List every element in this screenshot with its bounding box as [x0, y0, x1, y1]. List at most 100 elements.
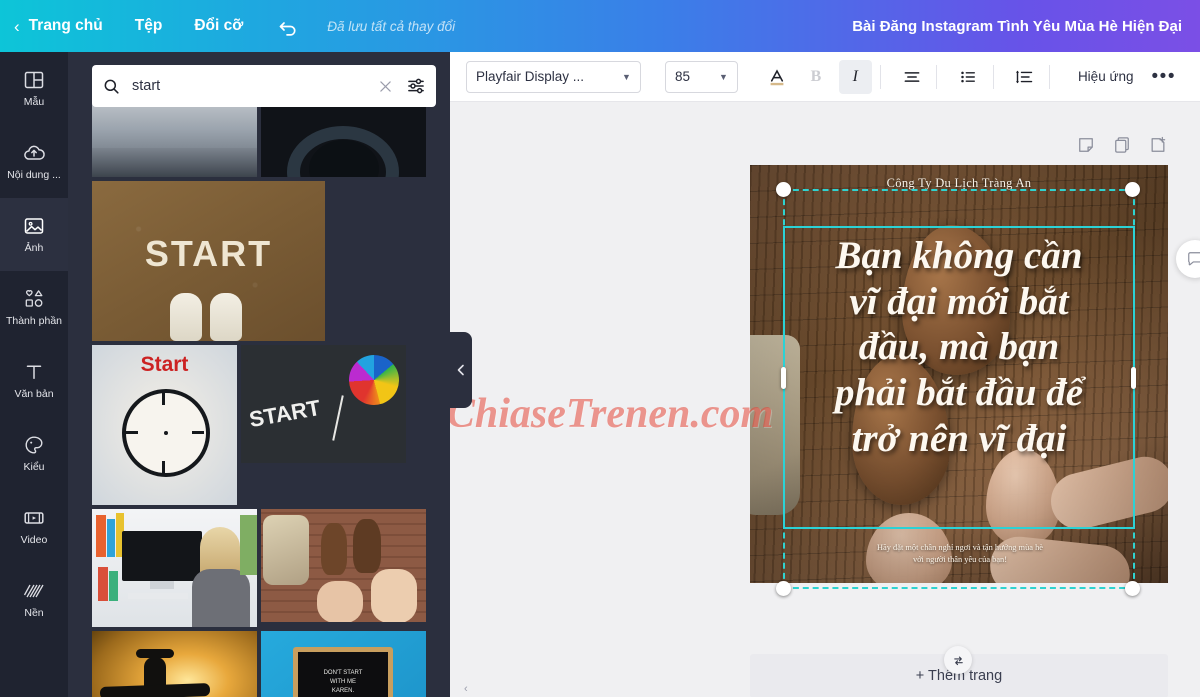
background-hatch-icon [23, 584, 44, 598]
line-spacing-button[interactable] [1008, 60, 1041, 94]
filter-sliders-icon[interactable] [406, 76, 426, 96]
sidebar-item-elements[interactable]: Thành phần [0, 271, 68, 344]
chevron-left-icon [457, 364, 464, 376]
duplicate-page-icon[interactable] [1112, 135, 1132, 155]
bold-button[interactable]: B [799, 60, 832, 94]
more-options-button[interactable]: ••• [1144, 66, 1184, 88]
toolbar-divider [936, 64, 938, 89]
thumb-airplane-sunset[interactable] [92, 631, 257, 697]
chevron-down-icon: ▼ [719, 71, 728, 82]
photo-icon [24, 218, 44, 234]
comment-button[interactable] [1176, 240, 1200, 278]
effects-button[interactable]: Hiệu ứng [1068, 69, 1144, 84]
sidebar-item-styles-label: Kiểu [23, 461, 45, 474]
font-size-select[interactable]: 85 ▼ [664, 60, 738, 93]
sidebar-item-elements-label: Thành phần [5, 315, 63, 328]
thumb-dont-start-letterboard[interactable]: DON'T START WITH ME KAREN. [261, 631, 426, 697]
font-color-A-icon [770, 68, 784, 85]
sidebar-item-uploads[interactable]: Nội dung ... [0, 125, 68, 198]
file-menu-button[interactable]: Tệp [119, 0, 179, 52]
swap-pages-button[interactable] [944, 646, 972, 674]
sidebar-item-templates[interactable]: Mẫu [0, 52, 68, 125]
elements-shapes-icon [25, 290, 43, 308]
sidebar-item-background-label: Nền [24, 607, 44, 620]
align-button[interactable] [895, 60, 928, 94]
design-canvas-wrap[interactable]: Công Ty Du Lịch Tràng An Bạn không cần v… [750, 165, 1168, 596]
sidebar-item-photos[interactable]: Ảnh [0, 198, 68, 271]
resize-label: Đổi cỡ [194, 17, 244, 34]
align-center-icon [904, 71, 920, 82]
back-chevron-icon: ‹ [14, 16, 20, 36]
headline-line-2: vĩ đại mới bắt [849, 279, 1069, 323]
sidebar-item-uploads-label: Nội dung ... [7, 169, 61, 182]
font-family-select[interactable]: Playfair Display ... ▼ [466, 60, 641, 93]
headline-line-3: đầu, mà bạn [858, 325, 1060, 369]
toolbar-divider [879, 64, 881, 89]
sidebar-item-background[interactable]: Nền [0, 563, 68, 636]
top-bar: ‹ Trang chủ Tệp Đổi cỡ Đã lưu tất cả tha… [0, 0, 1200, 52]
canva-editor-window: ‹ Trang chủ Tệp Đổi cỡ Đã lưu tất cả tha… [0, 0, 1200, 697]
italic-label: I [852, 67, 858, 85]
search-icon [104, 79, 119, 94]
undo-button[interactable] [259, 0, 319, 52]
panel-collapse-button[interactable] [450, 332, 472, 408]
bold-label: B [810, 67, 822, 85]
resize-handle-bottom-left[interactable] [776, 581, 791, 596]
left-rail: Mẫu Nội dung ... Ảnh Thành phần Văn bản … [0, 52, 68, 697]
close-x-icon[interactable] [377, 78, 394, 95]
design-canvas[interactable]: Công Ty Du Lịch Tràng An Bạn không cần v… [750, 165, 1168, 583]
photos-panel: START Start START DON'T START WITH ME KA… [68, 52, 450, 697]
thumb-start-chalkboard-pie[interactable]: START [241, 345, 406, 463]
sidebar-item-text-label: Văn bản [14, 388, 54, 401]
headline-line-5: trở nên vĩ đại [851, 416, 1067, 460]
upload-cloud-icon [24, 145, 45, 160]
templates-icon [24, 71, 44, 89]
thumb-hiking-boots-backpack[interactable] [261, 509, 426, 622]
thumb-start-pavement[interactable]: START [92, 181, 325, 341]
comment-bubble-icon [1188, 252, 1200, 266]
font-color-button[interactable] [760, 60, 793, 94]
italic-button[interactable]: I [838, 59, 872, 94]
text-toolbar: Playfair Display ... ▼ 85 ▼ B I Hiệu ứng… [450, 52, 1200, 102]
resize-handle-right-middle[interactable] [1131, 367, 1136, 389]
footer-line-1: Hãy đặt một chân nghỉ ngơi và tận hưởng … [877, 542, 1043, 552]
bottom-collapse-chevron-icon[interactable]: ‹ [464, 683, 468, 695]
home-button-label: Trang chủ [28, 17, 103, 34]
search-input[interactable] [132, 78, 377, 94]
resize-handle-left-middle[interactable] [781, 367, 786, 389]
photo-results-grid: START Start START DON'T START WITH ME KA… [68, 52, 450, 697]
thumb-start-clock[interactable]: Start [92, 345, 237, 505]
bullet-list-icon [961, 71, 975, 82]
headline-line-4: phải bắt đầu để [834, 370, 1084, 414]
add-page-icon[interactable] [1148, 135, 1168, 155]
font-size-value: 85 [674, 69, 690, 84]
save-status: Đã lưu tất cả thay đổi [327, 18, 456, 34]
toolbar-divider [1048, 64, 1050, 89]
headline-line-1: Bạn không cần [835, 234, 1083, 277]
thumb-woman-desk-monitor[interactable] [92, 509, 257, 627]
bullet-list-button[interactable] [951, 60, 984, 94]
canvas-brand-text[interactable]: Công Ty Du Lịch Tràng An [750, 176, 1168, 191]
resize-handle-top-right[interactable] [1125, 182, 1140, 197]
swap-pages-icon [953, 656, 963, 665]
resize-handle-bottom-right[interactable] [1125, 581, 1140, 596]
font-family-value: Playfair Display ... [476, 69, 585, 84]
sidebar-item-templates-label: Mẫu [23, 96, 45, 109]
search-bar[interactable] [92, 65, 436, 107]
home-button[interactable]: ‹ Trang chủ [0, 0, 119, 52]
canvas-footer-text[interactable]: Hãy đặt một chân nghỉ ngơi và tận hưởng … [805, 542, 1115, 566]
video-icon [24, 512, 44, 524]
sidebar-item-text[interactable]: Văn bản [0, 344, 68, 417]
editor-area: Playfair Display ... ▼ 85 ▼ B I Hiệu ứng… [450, 52, 1200, 697]
footer-line-2: với người thân yêu của bạn! [912, 554, 1008, 564]
notes-icon[interactable] [1076, 135, 1096, 155]
sidebar-item-video[interactable]: Video [0, 490, 68, 563]
design-title[interactable]: Bài Đăng Instagram Tình Yêu Mùa Hè Hiện … [852, 0, 1182, 52]
undo-arrow-icon [279, 22, 296, 36]
resize-button[interactable]: Đổi cỡ [178, 0, 259, 52]
sidebar-item-styles[interactable]: Kiểu [0, 417, 68, 490]
sidebar-item-photos-label: Ảnh [24, 242, 44, 255]
canvas-headline[interactable]: Bạn không cần vĩ đại mới bắt đầu, mà bạn… [780, 233, 1138, 461]
resize-handle-top-left[interactable] [776, 182, 791, 197]
line-spacing-icon [1016, 70, 1033, 83]
